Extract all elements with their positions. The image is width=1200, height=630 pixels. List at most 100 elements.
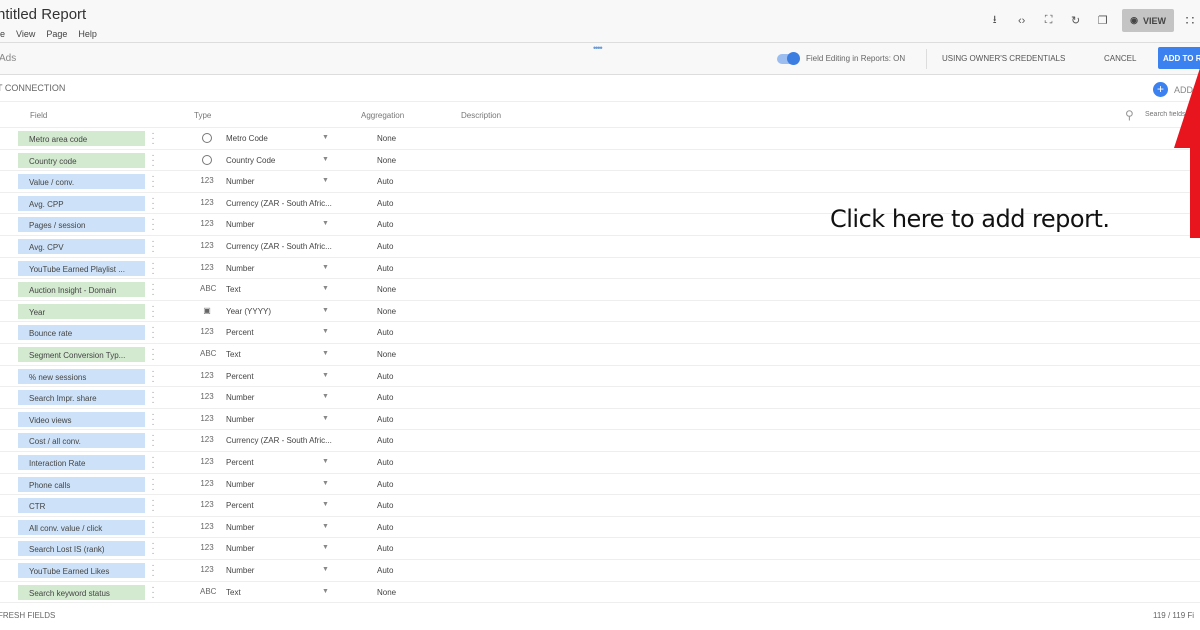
field-name-chip[interactable]: YouTube Earned Playlist ... xyxy=(18,260,145,276)
more-options-icon[interactable]: · · · xyxy=(151,388,155,408)
more-options-icon[interactable]: · · · xyxy=(151,539,155,559)
aggregation-select[interactable]: Auto xyxy=(377,264,393,273)
aggregation-select[interactable]: Auto xyxy=(377,436,393,445)
field-type-select[interactable]: Percent xyxy=(226,458,254,467)
field-name-chip[interactable]: Avg. CPP xyxy=(18,195,145,211)
field-name-chip[interactable]: Value / conv. xyxy=(18,174,145,190)
chevron-down-icon[interactable]: ▼ xyxy=(322,220,329,227)
more-options-icon[interactable]: · · · xyxy=(151,517,155,537)
chevron-down-icon[interactable]: ▼ xyxy=(322,350,329,357)
menu-file[interactable]: le xyxy=(0,29,5,39)
field-name-chip[interactable]: Segment Conversion Typ... xyxy=(18,347,145,362)
field-name-chip[interactable]: Search keyword status xyxy=(18,584,145,600)
field-editing-toggle[interactable] xyxy=(777,52,800,65)
more-options-icon[interactable]: · · · xyxy=(151,431,155,451)
field-name-chip[interactable]: Avg. CPV xyxy=(18,239,145,254)
aggregation-select[interactable]: None xyxy=(377,307,396,316)
field-name-chip[interactable]: Search Lost IS (rank) xyxy=(18,541,145,557)
field-name-chip[interactable]: CTR xyxy=(18,498,145,514)
download-icon[interactable]: ⭳ xyxy=(981,11,1008,30)
chevron-down-icon[interactable]: ▼ xyxy=(322,588,329,595)
resize-handle-icon[interactable]: •••• xyxy=(593,43,603,53)
field-name-chip[interactable]: All conv. value / click xyxy=(18,519,145,535)
edit-connection-link[interactable]: T CONNECTION xyxy=(0,83,65,93)
field-type-select[interactable]: Text xyxy=(226,285,241,294)
more-options-icon[interactable]: · · · xyxy=(151,561,155,581)
field-type-select[interactable]: Currency (ZAR - South Afric... xyxy=(226,436,332,445)
more-options-icon[interactable]: · · · xyxy=(151,280,155,300)
view-button[interactable]: ◉ VIEW xyxy=(1122,9,1174,32)
more-options-icon[interactable]: · · · xyxy=(151,172,155,192)
chevron-down-icon[interactable]: ▼ xyxy=(322,156,329,163)
field-type-select[interactable]: Number xyxy=(226,415,254,424)
aggregation-select[interactable]: Auto xyxy=(377,177,393,186)
report-title[interactable]: ntitled Report xyxy=(0,6,86,23)
chevron-down-icon[interactable]: ▼ xyxy=(322,307,329,314)
field-type-select[interactable]: Number xyxy=(226,177,254,186)
field-name-chip[interactable]: Pages / session xyxy=(18,217,145,233)
chevron-down-icon[interactable]: ▼ xyxy=(322,328,329,335)
add-field-icon[interactable]: + xyxy=(1153,82,1168,97)
more-options-icon[interactable]: · · · xyxy=(151,409,155,429)
field-type-select[interactable]: Text xyxy=(226,588,241,597)
embed-icon[interactable]: ‹› xyxy=(1008,15,1035,27)
field-type-select[interactable]: Year (YYYY) xyxy=(226,307,271,316)
field-name-chip[interactable]: Metro area code xyxy=(18,131,145,146)
more-options-icon[interactable]: · · · xyxy=(151,301,155,321)
field-name-chip[interactable]: YouTube Earned Likes xyxy=(18,563,145,578)
chevron-down-icon[interactable]: ▼ xyxy=(322,415,329,422)
more-options-icon[interactable]: · · · xyxy=(151,366,155,386)
cancel-button[interactable]: CANCEL xyxy=(1104,54,1136,63)
field-name-chip[interactable]: Phone calls xyxy=(18,476,145,492)
field-name-chip[interactable]: Bounce rate xyxy=(18,325,145,341)
aggregation-select[interactable]: None xyxy=(377,285,396,294)
menu-help[interactable]: Help xyxy=(78,29,97,39)
field-name-chip[interactable]: Country code xyxy=(18,152,145,168)
aggregation-select[interactable]: Auto xyxy=(377,523,393,532)
field-type-select[interactable]: Number xyxy=(226,393,254,402)
field-name-chip[interactable]: Video views xyxy=(18,411,145,427)
more-options-icon[interactable]: · · · xyxy=(151,193,155,213)
aggregation-select[interactable]: Auto xyxy=(377,415,393,424)
aggregation-select[interactable]: Auto xyxy=(377,501,393,510)
aggregation-select[interactable]: Auto xyxy=(377,544,393,553)
field-type-select[interactable]: Currency (ZAR - South Afric... xyxy=(226,242,332,251)
field-name-chip[interactable]: Search Impr. share xyxy=(18,390,145,406)
chevron-down-icon[interactable]: ▼ xyxy=(322,566,329,573)
field-name-chip[interactable]: Interaction Rate xyxy=(18,455,145,470)
chevron-down-icon[interactable]: ▼ xyxy=(322,544,329,551)
more-options-icon[interactable]: · · · xyxy=(151,453,155,473)
add-to-report-button[interactable]: ADD TO REPORT xyxy=(1158,47,1200,69)
fullscreen-icon[interactable]: ⛶ xyxy=(1035,14,1062,27)
more-options-icon[interactable]: · · · xyxy=(151,129,155,149)
menu-page[interactable]: Page xyxy=(46,29,67,39)
aggregation-select[interactable]: None xyxy=(377,134,396,143)
aggregation-select[interactable]: Auto xyxy=(377,372,393,381)
field-name-chip[interactable]: Year xyxy=(18,303,145,319)
credentials-button[interactable]: USING OWNER'S CREDENTIALS xyxy=(942,54,1065,63)
chevron-down-icon[interactable]: ▼ xyxy=(322,177,329,184)
aggregation-select[interactable]: Auto xyxy=(377,480,393,489)
field-type-select[interactable]: Percent xyxy=(226,372,254,381)
aggregation-select[interactable]: None xyxy=(377,156,396,165)
chevron-down-icon[interactable]: ▼ xyxy=(322,134,329,141)
more-options-icon[interactable]: · · · xyxy=(151,474,155,494)
field-type-select[interactable]: Number xyxy=(226,544,254,553)
more-options-icon[interactable]: · · · xyxy=(151,323,155,343)
more-options-icon[interactable]: · · · xyxy=(151,237,155,257)
chevron-down-icon[interactable]: ▼ xyxy=(322,523,329,530)
chevron-down-icon[interactable]: ▼ xyxy=(322,393,329,400)
field-name-chip[interactable]: % new sessions xyxy=(18,368,145,384)
more-options-icon[interactable]: · · · xyxy=(151,582,155,602)
field-name-chip[interactable]: Cost / all conv. xyxy=(18,433,145,449)
field-type-select[interactable]: Number xyxy=(226,566,254,575)
more-options-icon[interactable]: · · · xyxy=(151,150,155,170)
chevron-down-icon[interactable]: ▼ xyxy=(322,285,329,292)
chevron-down-icon[interactable]: ▼ xyxy=(322,501,329,508)
field-name-chip[interactable]: Auction Insight - Domain xyxy=(18,282,145,298)
field-type-select[interactable]: Percent xyxy=(226,328,254,337)
field-type-select[interactable]: Number xyxy=(226,264,254,273)
chevron-down-icon[interactable]: ▼ xyxy=(322,264,329,271)
field-type-select[interactable]: Text xyxy=(226,350,241,359)
aggregation-select[interactable]: Auto xyxy=(377,199,393,208)
